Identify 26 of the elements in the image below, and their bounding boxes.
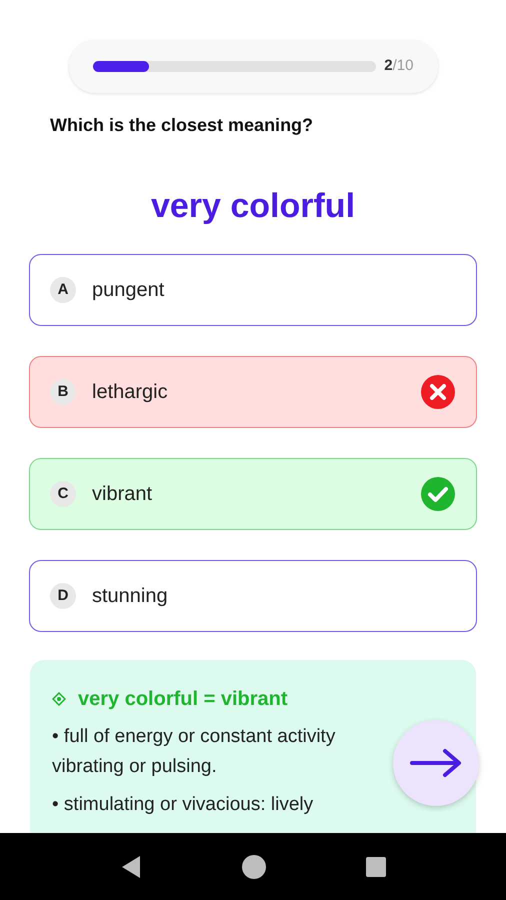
explanation-title: very colorful = vibrant (78, 687, 288, 712)
check-icon (420, 476, 456, 512)
answer-option[interactable]: D stunning (29, 560, 477, 632)
cross-icon (420, 374, 456, 410)
option-text: lethargic (92, 380, 169, 405)
option-text: stunning (92, 584, 169, 609)
arrow-right-icon (410, 748, 462, 778)
question-text: Which is the closest meaning? (50, 114, 314, 137)
recents-icon[interactable] (366, 856, 386, 876)
home-icon[interactable] (242, 854, 266, 878)
option-text: pungent (92, 278, 166, 303)
answer-option[interactable]: B lethargic (29, 356, 477, 428)
total-count: /10 (392, 56, 414, 76)
back-icon[interactable] (120, 854, 142, 878)
definition-text: • stimulating or vivacious: lively (52, 793, 314, 817)
diamond-icon (52, 692, 66, 706)
definition-text: • full of energy or constant activity vibrating or pulsing. (52, 725, 336, 779)
option-letter: A (50, 277, 76, 303)
answer-option[interactable]: C vibrant (29, 458, 477, 530)
option-letter: B (50, 379, 76, 405)
target-word: very colorful (150, 186, 356, 227)
option-text: vibrant (92, 482, 154, 507)
current-count: 2 (384, 56, 393, 76)
option-letter: C (50, 481, 76, 507)
answer-option[interactable]: A pungent (29, 254, 477, 326)
option-letter: D (50, 583, 76, 609)
